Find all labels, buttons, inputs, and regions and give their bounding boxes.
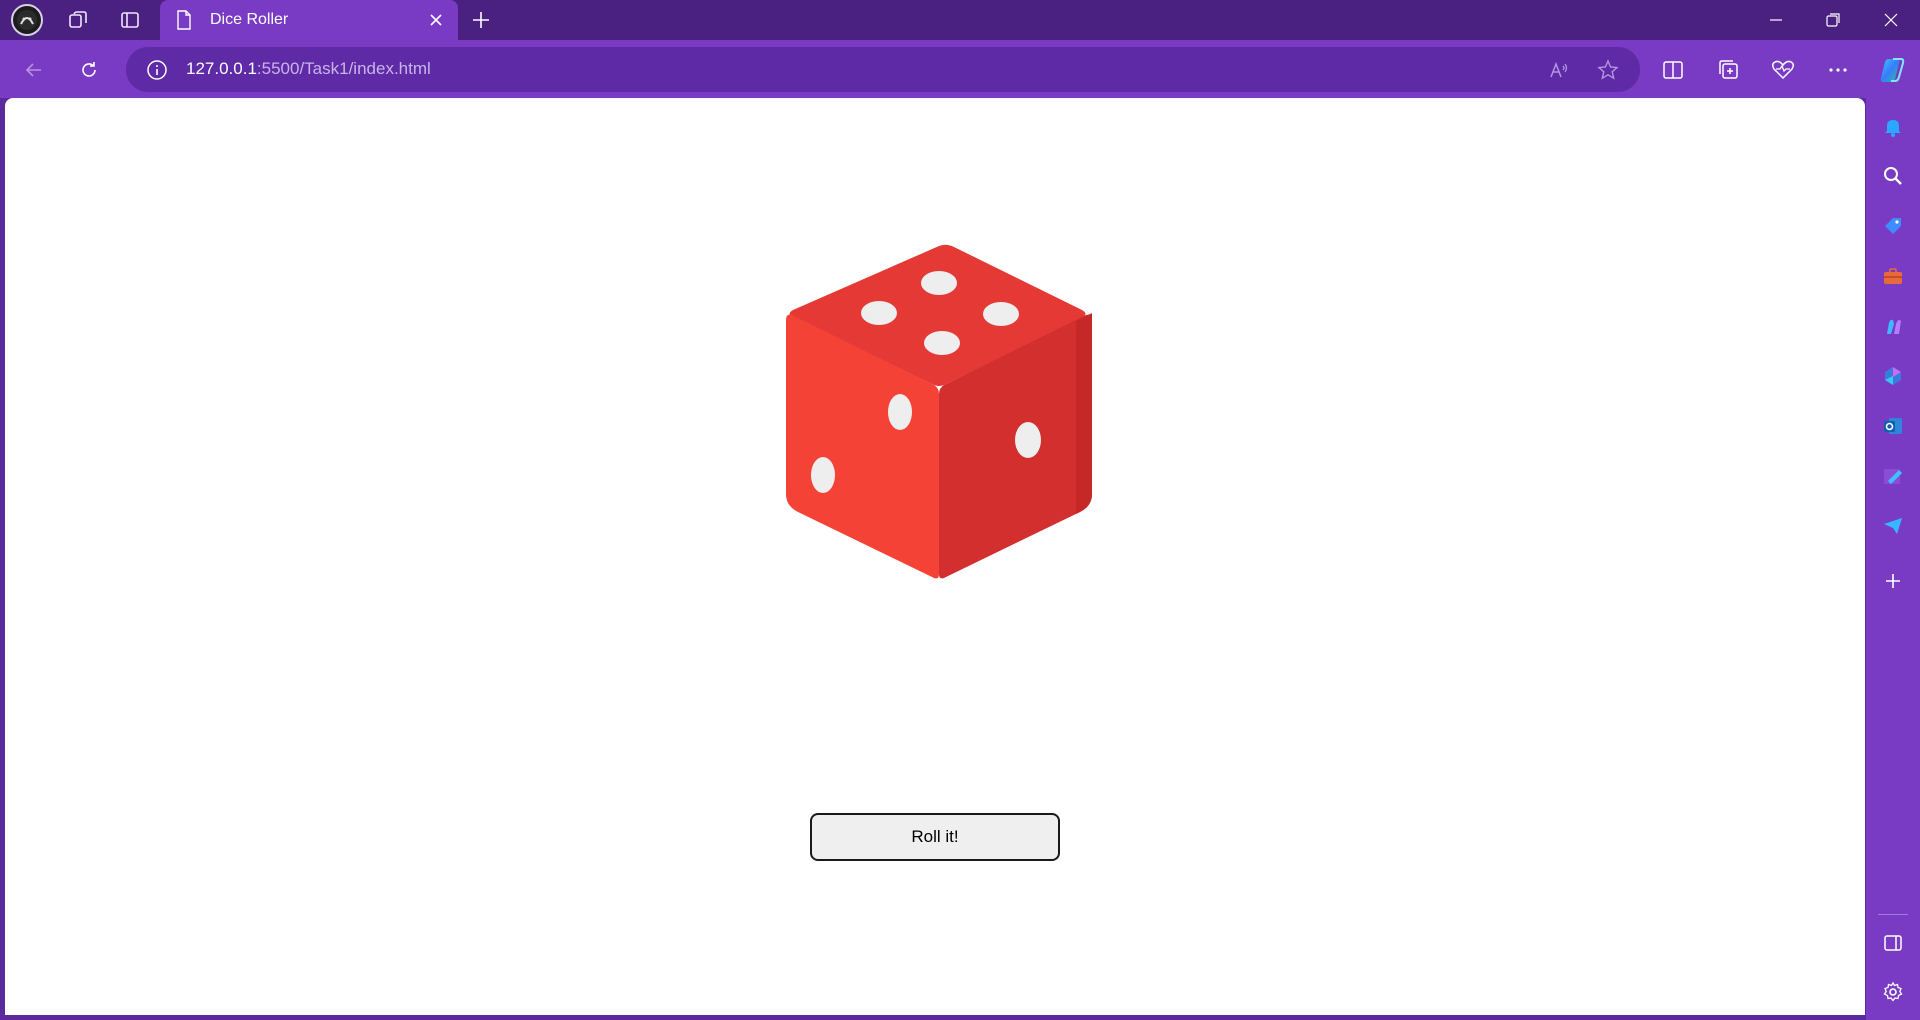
profile-avatar[interactable] [11, 4, 43, 36]
shopping-icon[interactable] [1876, 209, 1910, 243]
dice-pip [1015, 422, 1041, 458]
collections-icon[interactable] [1711, 52, 1747, 88]
search-icon[interactable] [1876, 159, 1910, 193]
dice-pip [921, 271, 957, 295]
navigation-bar: 127.0.0.1:5500/Task1/index.html [0, 40, 1920, 98]
browser-essentials-icon[interactable] [1765, 52, 1801, 88]
site-info-icon[interactable] [146, 59, 168, 81]
restore-icon[interactable] [1804, 0, 1862, 40]
back-arrow-icon[interactable] [16, 52, 52, 88]
favorite-star-icon[interactable] [1595, 57, 1621, 83]
tab-actions-icon[interactable] [112, 5, 148, 35]
close-window-icon[interactable] [1862, 0, 1920, 40]
workspaces-icon[interactable] [60, 5, 96, 35]
microsoft-365-icon[interactable] [1876, 359, 1910, 393]
tab-dice-roller[interactable]: Dice Roller [160, 0, 458, 40]
games-icon[interactable] [1876, 309, 1910, 343]
page-viewport: Roll it! [5, 98, 1865, 1015]
new-tab-icon[interactable] [465, 5, 497, 35]
url-host: 127.0.0.1 [186, 59, 257, 78]
dice-pip [861, 301, 897, 325]
refresh-icon[interactable] [71, 52, 107, 88]
close-tab-icon[interactable] [422, 6, 450, 34]
roll-button[interactable]: Roll it! [810, 813, 1060, 861]
tools-icon[interactable] [1876, 259, 1910, 293]
address-bar[interactable]: 127.0.0.1:5500/Task1/index.html [126, 47, 1640, 92]
read-aloud-icon[interactable] [1546, 57, 1572, 83]
add-icon[interactable] [1876, 564, 1910, 598]
settings-icon[interactable] [1876, 975, 1910, 1009]
title-bar: Dice Roller [0, 0, 1920, 40]
sidebar-divider [1878, 914, 1908, 915]
more-icon[interactable] [1820, 52, 1856, 88]
dice-pip [811, 457, 835, 493]
page-icon [177, 10, 191, 30]
drop-icon[interactable] [1876, 509, 1910, 543]
copilot-icon[interactable] [1874, 52, 1910, 88]
url-path: :5500/Task1/index.html [256, 59, 431, 78]
split-screen-icon[interactable] [1655, 52, 1691, 88]
hide-sidebar-icon[interactable] [1876, 926, 1910, 960]
tab-title: Dice Roller [210, 11, 289, 28]
minimize-icon[interactable] [1747, 0, 1805, 40]
edge-sidebar [1866, 98, 1920, 1020]
avatar-icon [17, 10, 37, 30]
dice-pip [888, 394, 912, 430]
designer-icon[interactable] [1876, 459, 1910, 493]
url-text[interactable]: 127.0.0.1:5500/Task1/index.html [186, 59, 431, 79]
dice-pip [924, 331, 960, 355]
outlook-icon[interactable] [1876, 409, 1910, 443]
notification-icon[interactable] [1876, 110, 1910, 144]
dice-pip [983, 302, 1019, 326]
dice-image [786, 244, 1092, 579]
dice-edge [1076, 313, 1092, 514]
